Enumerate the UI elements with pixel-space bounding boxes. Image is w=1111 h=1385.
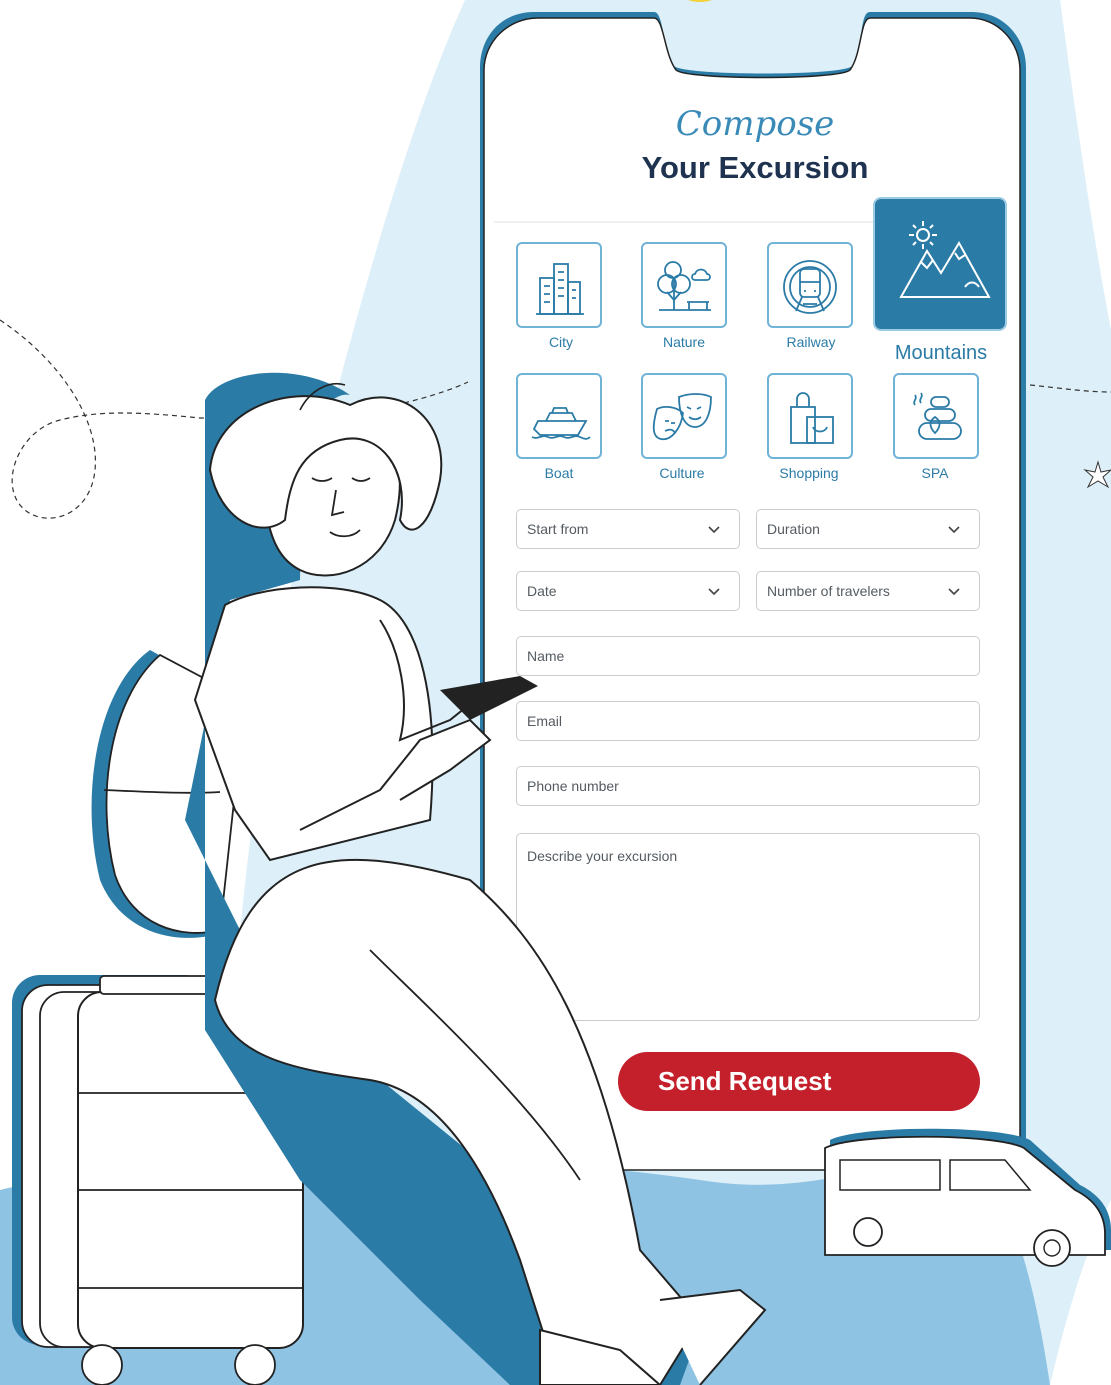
send-request-button[interactable]: Send Request: [618, 1052, 980, 1111]
category-culture-label: Culture: [659, 465, 705, 481]
travelers-select[interactable]: Number of travelers: [756, 571, 980, 611]
category-boat-button[interactable]: [516, 373, 602, 459]
category-nature-button[interactable]: [641, 242, 727, 328]
description-placeholder: Describe your excursion: [527, 848, 678, 864]
travelers-text: Number of travelers: [767, 583, 890, 599]
category-mountains-label: Mountains: [894, 342, 988, 364]
category-railway-label: Railway: [786, 334, 836, 350]
boat-icon: [531, 407, 591, 440]
chevron-down-icon: [948, 526, 960, 534]
date-select[interactable]: Date: [516, 571, 740, 611]
category-spa-button[interactable]: [893, 373, 979, 459]
city-buildings-icon: [536, 263, 584, 315]
start-from-text: Start from: [527, 521, 589, 537]
email-placeholder: Email: [527, 713, 563, 729]
start-from-select[interactable]: Start from: [516, 509, 740, 549]
category-city-button[interactable]: [516, 242, 602, 328]
description-textarea[interactable]: Describe your excursion: [516, 833, 980, 1021]
shopping-bags-icon: [790, 392, 834, 444]
name-placeholder: Name: [527, 648, 565, 664]
category-spa-label: SPA: [921, 465, 949, 481]
category-nature-label: Nature: [662, 334, 706, 350]
category-shopping-label: Shopping: [779, 465, 839, 481]
send-request-label: Send Request: [658, 1066, 832, 1096]
category-culture-button[interactable]: [641, 373, 727, 459]
category-boat-label: Boat: [544, 465, 574, 481]
category-city-label: City: [548, 334, 574, 350]
category-railway-button[interactable]: [767, 242, 853, 328]
date-text: Date: [527, 583, 557, 599]
mountains-sun-icon: [899, 221, 991, 298]
email-input[interactable]: Email: [516, 701, 980, 741]
chevron-down-icon: [708, 588, 720, 596]
phone-input[interactable]: Phone number: [516, 766, 980, 806]
category-shopping-button[interactable]: [767, 373, 853, 459]
chevron-down-icon: [708, 526, 720, 534]
duration-text: Duration: [767, 521, 820, 537]
phone-placeholder: Phone number: [527, 778, 619, 794]
nature-trees-icon: [657, 261, 711, 311]
title-your-excursion: Your Excursion: [641, 150, 869, 185]
spa-stones-icon: [913, 392, 962, 440]
train-icon: [783, 260, 837, 314]
category-mountains-button[interactable]: [873, 197, 1007, 331]
duration-select[interactable]: Duration: [756, 509, 980, 549]
title-compose: Compose: [675, 104, 835, 144]
theater-masks-icon: [652, 393, 712, 441]
chevron-down-icon: [948, 588, 960, 596]
name-input[interactable]: Name: [516, 636, 980, 676]
